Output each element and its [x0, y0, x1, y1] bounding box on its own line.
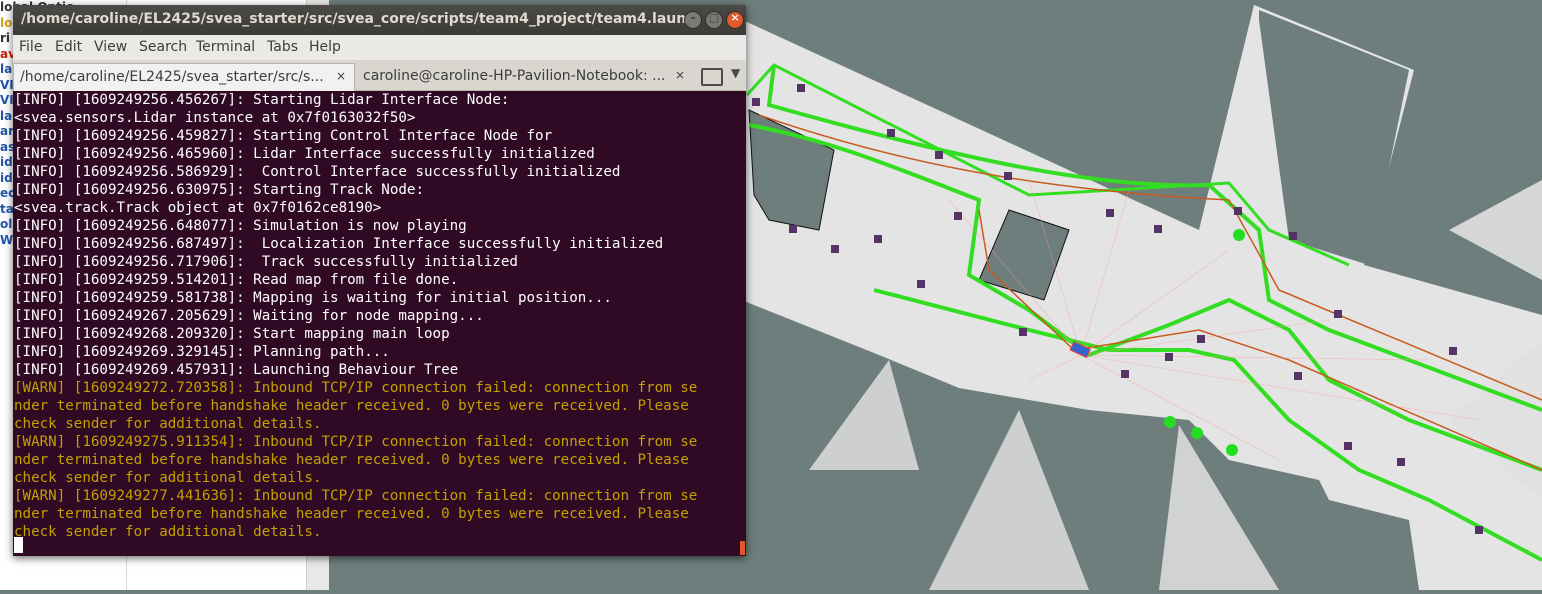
log-line-info: [INFO] [1609249256.630975]: Starting Tra…	[14, 182, 424, 198]
display-tree-item[interactable]: VI	[0, 93, 14, 107]
tab-label: /home/caroline/EL2425/svea_starter/src/s…	[20, 69, 324, 85]
log-line-warn: nder terminated before handshake header …	[14, 506, 689, 522]
menu-tabs[interactable]: Tabs	[267, 39, 298, 55]
log-line-info: [INFO] [1609249269.457931]: Launching Be…	[14, 362, 459, 378]
log-line-info: [INFO] [1609249269.329145]: Planning pat…	[14, 344, 390, 360]
menu-search[interactable]: Search	[139, 39, 187, 55]
terminal-output[interactable]: [INFO] [1609249256.456267]: Starting Lid…	[13, 91, 746, 556]
log-line-info: [INFO] [1609249256.456267]: Starting Lid…	[14, 92, 510, 108]
log-line-info: [INFO] [1609249256.465960]: Lidar Interf…	[14, 146, 595, 162]
display-tree-item[interactable]: la	[0, 109, 12, 123]
log-line-warn: check sender for additional details.	[14, 524, 322, 540]
display-tree-item[interactable]: ol	[0, 217, 12, 231]
display-tree-item[interactable]: id	[0, 171, 13, 185]
log-line-info: [INFO] [1609249256.586929]: Control Inte…	[14, 164, 621, 180]
tab-close-icon[interactable]: ×	[675, 68, 685, 82]
window-title: /home/caroline/EL2425/svea_starter/src/s…	[21, 11, 691, 27]
log-line-warn: check sender for additional details.	[14, 470, 322, 486]
terminal-window[interactable]: /home/caroline/EL2425/svea_starter/src/s…	[13, 5, 746, 556]
tab-bar: /home/caroline/EL2425/svea_starter/src/s…	[13, 60, 746, 91]
log-line-info: [INFO] [1609249259.581738]: Mapping is w…	[14, 290, 612, 306]
minimize-icon: –	[690, 11, 696, 24]
tab-close-icon[interactable]: ×	[336, 69, 346, 83]
maximize-icon: □	[708, 11, 720, 24]
log-line-info: [INFO] [1609249256.687497]: Localization…	[14, 236, 664, 252]
log-line-info: [INFO] [1609249256.717906]: Track succes…	[14, 254, 518, 270]
new-tab-icon[interactable]	[701, 68, 723, 86]
log-line-info: <svea.track.Track object at 0x7f0162ce81…	[14, 200, 382, 216]
display-tree-item[interactable]: ri	[0, 31, 10, 45]
log-line-info: [INFO] [1609249259.514201]: Read map fro…	[14, 272, 459, 288]
minimize-button[interactable]: –	[684, 11, 702, 29]
log-line-info: <svea.sensors.Lidar instance at 0x7f0163…	[14, 110, 416, 126]
terminal-titlebar[interactable]: /home/caroline/EL2425/svea_starter/src/s…	[13, 5, 746, 35]
display-tree-item[interactable]: ta	[0, 202, 14, 216]
menu-edit[interactable]: Edit	[55, 39, 82, 55]
log-line-warn: [WARN] [1609249277.441636]: Inbound TCP/…	[14, 488, 698, 504]
menu-bar: File Edit View Search Terminal Tabs Help	[13, 35, 746, 60]
close-icon: ×	[730, 11, 740, 24]
log-line-warn: [WARN] [1609249272.720358]: Inbound TCP/…	[14, 380, 698, 396]
menu-view[interactable]: View	[94, 39, 127, 55]
tab-launch[interactable]: /home/caroline/EL2425/svea_starter/src/s…	[13, 63, 355, 91]
close-button[interactable]: ×	[726, 11, 744, 29]
display-tree-item[interactable]: ar	[0, 124, 14, 138]
tab-label: caroline@caroline-HP-Pavilion-Notebook: …	[363, 68, 666, 84]
text-cursor	[14, 537, 23, 553]
display-tree-item[interactable]: id	[0, 155, 13, 169]
display-tree-item[interactable]: la	[0, 62, 12, 76]
tab-shell[interactable]: caroline@caroline-HP-Pavilion-Notebook: …	[357, 63, 693, 90]
menu-terminal[interactable]: Terminal	[196, 39, 255, 55]
menu-file[interactable]: File	[19, 39, 42, 55]
log-line-warn: check sender for additional details.	[14, 416, 322, 432]
log-line-info: [INFO] [1609249268.209320]: Start mappin…	[14, 326, 450, 342]
log-line-info: [INFO] [1609249256.459827]: Starting Con…	[14, 128, 553, 144]
log-line-warn: [WARN] [1609249275.911354]: Inbound TCP/…	[14, 434, 698, 450]
display-tree-item[interactable]: lo	[0, 16, 12, 30]
menu-help[interactable]: Help	[309, 39, 341, 55]
maximize-button[interactable]: □	[705, 11, 723, 29]
display-tree-item[interactable]: VI	[0, 78, 14, 92]
log-line-warn: nder terminated before handshake header …	[14, 398, 689, 414]
chevron-down-icon[interactable]: ▼	[731, 66, 740, 80]
log-line-info: [INFO] [1609249256.648077]: Simulation i…	[14, 218, 467, 234]
log-line-info: [INFO] [1609249267.205629]: Waiting for …	[14, 308, 484, 324]
scrollbar-thumb[interactable]	[740, 541, 745, 555]
log-line-warn: nder terminated before handshake header …	[14, 452, 689, 468]
